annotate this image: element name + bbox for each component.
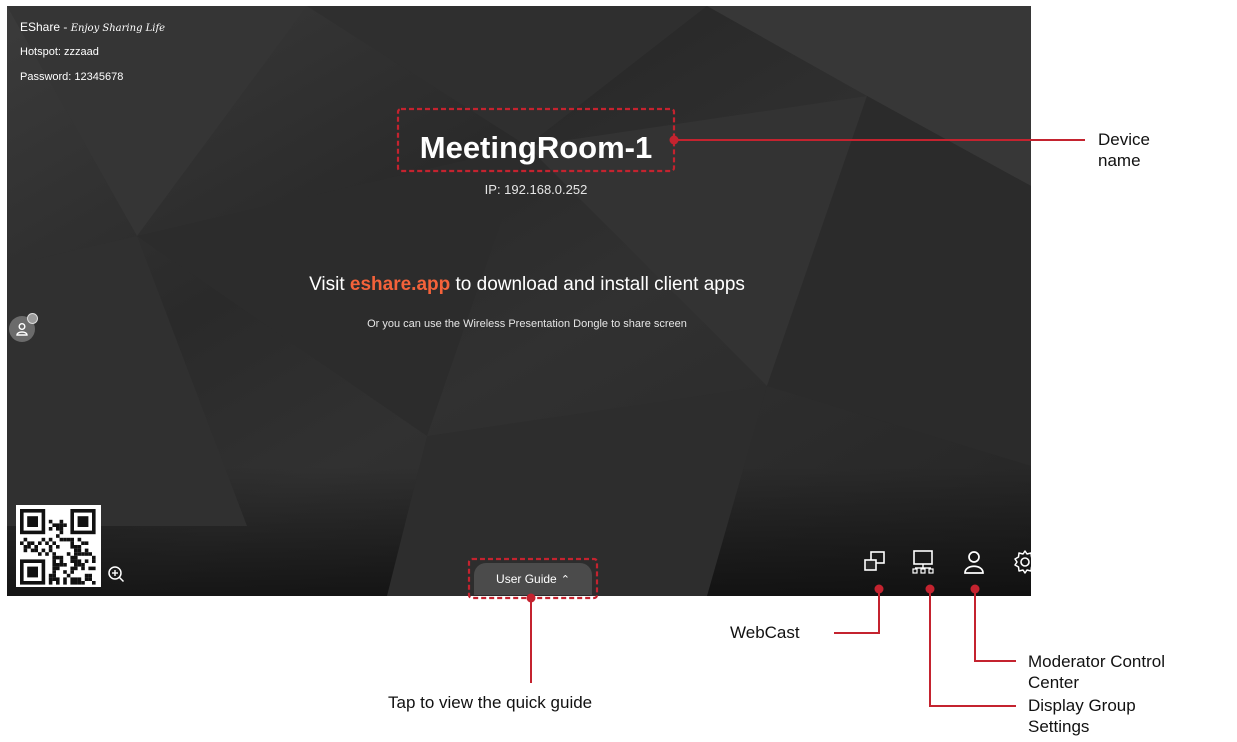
- background-pattern: [7, 6, 1031, 596]
- eshare-screen: EShare - Enjoy Sharing Life Hotspot: zzz…: [7, 6, 1031, 596]
- display-group-leader: [929, 589, 1016, 707]
- visit-message: Visit eshare.app to download and install…: [207, 274, 847, 296]
- device-name-callout-line2: name: [1098, 151, 1141, 170]
- user-count-badge: [27, 313, 38, 324]
- webcast-callout: WebCast: [730, 623, 800, 642]
- device-name-callout: Device name: [1098, 129, 1150, 171]
- brand-name: EShare: [20, 20, 61, 34]
- connected-users-button[interactable]: [9, 313, 38, 342]
- qr-code-image: [20, 509, 96, 585]
- user-guide-button[interactable]: User Guide ⌃: [474, 563, 592, 595]
- qr-code: [16, 505, 101, 587]
- display-group-callout: Display Group Settings: [1028, 695, 1136, 737]
- device-name: MeetingRoom-1: [419, 130, 653, 165]
- display-group-callout-line2: Settings: [1028, 717, 1090, 736]
- moderator-callout: Moderator Control Center: [1028, 651, 1165, 693]
- moderator-callout-line2: Center: [1028, 673, 1080, 692]
- hotspot-label: Hotspot: zzzaad: [20, 46, 99, 58]
- webcast-icon[interactable]: [862, 549, 888, 575]
- brand-line: EShare - Enjoy Sharing Life: [20, 20, 165, 34]
- ip-address: IP: 192.168.0.252: [484, 182, 588, 197]
- user-guide-label: User Guide: [496, 572, 557, 586]
- display-group-callout-line1: Display Group: [1028, 696, 1136, 715]
- moderator-icon[interactable]: [961, 549, 987, 575]
- moderator-leader: [974, 589, 1016, 662]
- visit-suffix: to download and install client apps: [450, 274, 745, 295]
- quick-guide-callout: Tap to view the quick guide: [388, 693, 593, 712]
- chevron-up-icon: ⌃: [560, 573, 570, 586]
- settings-icon[interactable]: [1012, 549, 1031, 575]
- brand-tagline: Enjoy Sharing Life: [70, 23, 166, 34]
- zoom-in-icon[interactable]: [107, 565, 125, 583]
- brand-separator: -: [60, 20, 71, 34]
- display-group-icon[interactable]: [910, 549, 936, 575]
- eshare-link[interactable]: eshare.app: [350, 274, 450, 295]
- password-label: Password: 12345678: [20, 71, 124, 83]
- visit-prefix: Visit: [309, 274, 350, 295]
- dongle-message: Or you can use the Wireless Presentation…: [367, 318, 687, 330]
- user-icon: [16, 323, 28, 336]
- moderator-callout-line1: Moderator Control: [1028, 652, 1166, 671]
- device-name-callout-line1: Device: [1098, 130, 1150, 149]
